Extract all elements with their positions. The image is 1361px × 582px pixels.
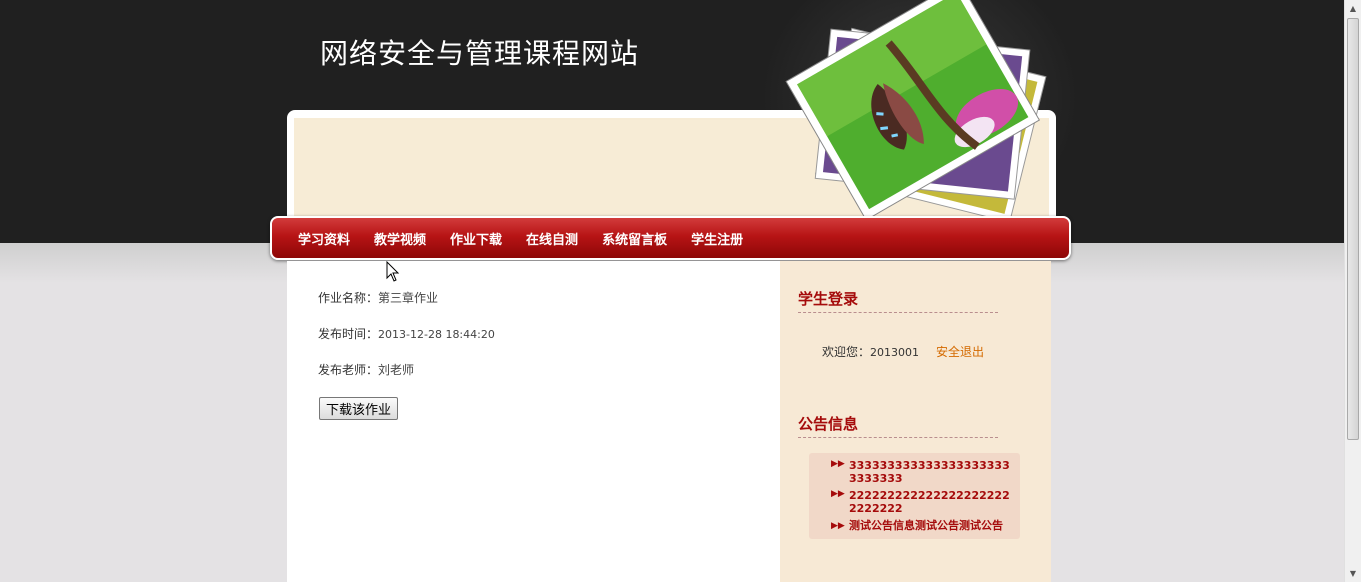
scrollbar-thumb[interactable] [1347, 18, 1359, 440]
nav-item-message-board[interactable]: 系统留言板 [602, 229, 667, 248]
publish-time-row: 发布时间：2013-12-28 18:44:20 [318, 325, 495, 342]
publish-time-label: 发布时间： [318, 327, 379, 341]
nav-item-homework-download[interactable]: 作业下载 [450, 229, 502, 248]
welcome-label: 欢迎您： [822, 345, 871, 359]
vertical-scrollbar[interactable]: ▲ ▼ [1344, 0, 1361, 582]
double-chevron-right-icon: ▶▶ [831, 489, 845, 499]
teacher-value: 刘老师 [378, 363, 415, 377]
notice-heading: 公告信息 [798, 413, 998, 438]
main-content: 作业名称：第三章作业 发布时间：2013-12-28 18:44:20 发布老师… [287, 261, 780, 582]
username: 2013001 [870, 346, 920, 359]
sidebar: 学生登录 欢迎您：2013001 安全退出 公告信息 ▶▶ 3333333333… [780, 261, 1051, 582]
double-chevron-right-icon: ▶▶ [831, 459, 845, 469]
teacher-label: 发布老师： [318, 363, 379, 377]
scroll-down-arrow-icon[interactable]: ▼ [1345, 565, 1361, 582]
nav-item-study-materials[interactable]: 学习资料 [298, 229, 350, 248]
mouse-pointer-icon [386, 261, 400, 282]
main-nav-bar: 学习资料 教学视频 作业下载 在线自测 系统留言板 学生注册 [270, 216, 1071, 260]
homework-name-row: 作业名称：第三章作业 [318, 289, 438, 306]
nav-item-teaching-videos[interactable]: 教学视频 [374, 229, 426, 248]
homework-name-label: 作业名称： [318, 291, 379, 305]
download-homework-button[interactable]: 下载该作业 [319, 397, 399, 420]
logout-link[interactable]: 安全退出 [936, 343, 984, 360]
publish-time-value: 2013-12-28 18:44:20 [378, 328, 495, 341]
login-heading: 学生登录 [798, 288, 998, 313]
notice-text: 2222222222222222222222222222 [849, 489, 1010, 515]
welcome-text: 欢迎您：2013001 [822, 343, 919, 360]
notice-item[interactable]: ▶▶ 测试公告信息测试公告测试公告 [809, 513, 1020, 539]
site-title: 网络安全与管理课程网站 [320, 37, 640, 70]
teacher-row: 发布老师：刘老师 [318, 361, 414, 378]
nav-item-student-register[interactable]: 学生注册 [691, 229, 743, 248]
butterfly-photo-stack [785, 0, 1047, 223]
nav-item-online-test[interactable]: 在线自测 [526, 229, 578, 248]
double-chevron-right-icon: ▶▶ [831, 521, 845, 531]
scroll-up-arrow-icon[interactable]: ▲ [1345, 0, 1361, 17]
notice-text: 测试公告信息测试公告测试公告 [849, 519, 1003, 532]
homework-name-value: 第三章作业 [378, 291, 439, 305]
notice-text: 3333333333333333333333333333 [849, 459, 1010, 485]
